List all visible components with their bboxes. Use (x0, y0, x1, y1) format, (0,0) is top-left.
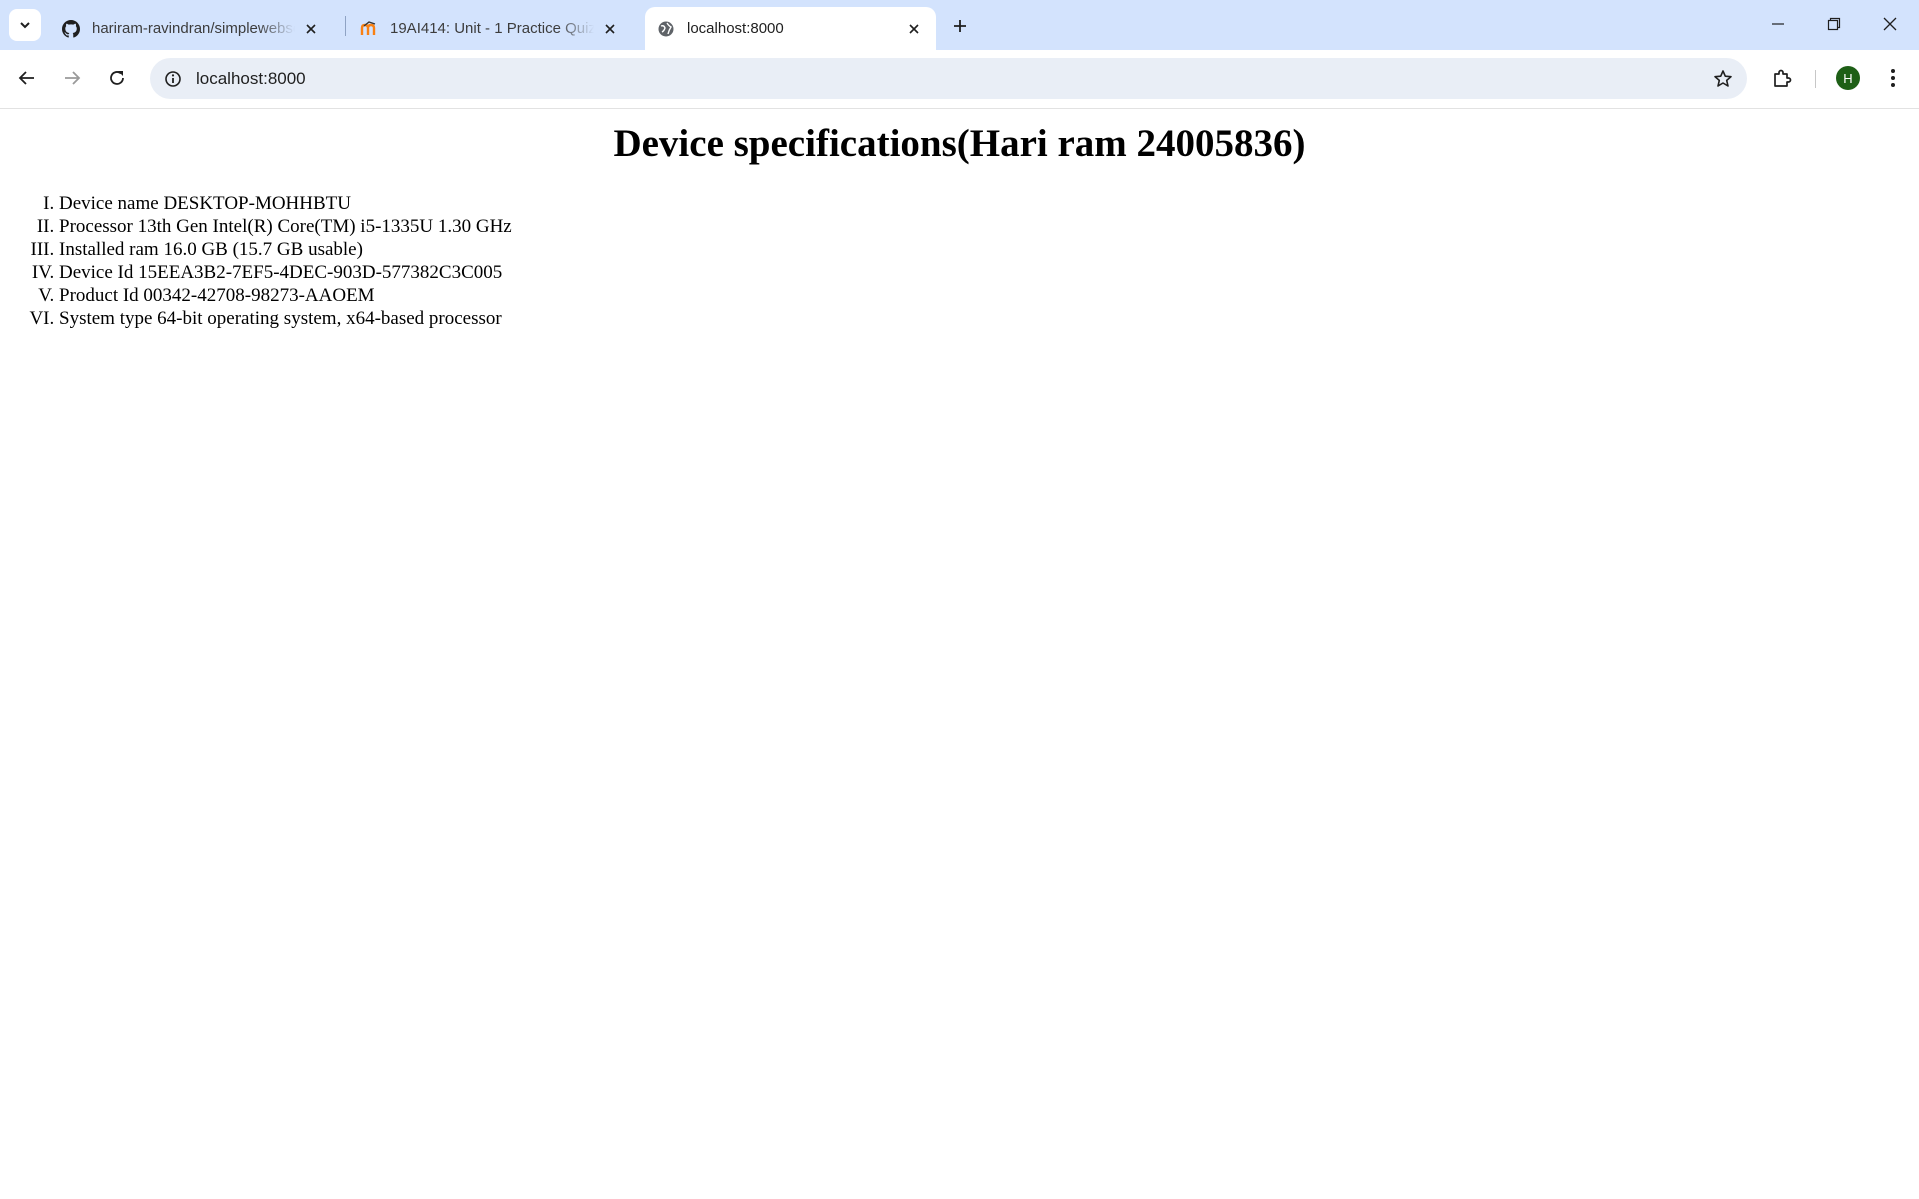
list-item: Device Id 15EEA3B2-7EF5-4DEC-903D-577382… (59, 261, 512, 284)
new-tab-button[interactable] (945, 11, 975, 41)
close-icon[interactable] (301, 19, 321, 39)
close-icon (1883, 17, 1897, 31)
extensions-button[interactable] (1765, 61, 1799, 95)
chevron-down-icon (18, 18, 32, 32)
globe-icon (657, 20, 675, 38)
site-info-icon[interactable] (160, 66, 185, 91)
puzzle-piece-icon (1772, 68, 1792, 88)
arrow-left-icon (18, 69, 36, 87)
avatar: H (1836, 66, 1860, 90)
page-content: Device specifications(Hari ram 24005836)… (0, 109, 1919, 1199)
kebab-menu-icon (1890, 68, 1896, 88)
toolbar-divider (1815, 70, 1816, 88)
profile-button[interactable]: H (1831, 61, 1865, 95)
moodle-icon (360, 20, 378, 38)
close-window-button[interactable] (1862, 0, 1918, 48)
tab-title: 19AI414: Unit - 1 Practice Quiz (390, 20, 594, 37)
list-item: System type 64-bit operating system, x64… (59, 307, 512, 330)
tab-moodle-quiz[interactable]: 19AI414: Unit - 1 Practice Quiz (348, 7, 632, 50)
arrow-right-icon (63, 69, 81, 87)
list-item: Processor 13th Gen Intel(R) Core(TM) i5-… (59, 215, 512, 238)
tab-title: hariram-ravindran/simplewebserver (92, 20, 295, 37)
tab-github[interactable]: hariram-ravindran/simplewebserver (50, 7, 333, 50)
plus-icon (952, 18, 968, 34)
tab-separator (345, 16, 346, 36)
list-item: Installed ram 16.0 GB (15.7 GB usable) (59, 238, 512, 261)
browser-toolbar: localhost:8000 H (0, 50, 1919, 109)
restore-icon (1827, 17, 1841, 31)
restore-button[interactable] (1806, 0, 1862, 48)
spec-list: Device name DESKTOP-MOHHBTU Processor 13… (0, 192, 512, 330)
close-icon[interactable] (600, 19, 620, 39)
menu-button[interactable] (1876, 61, 1910, 95)
close-icon[interactable] (904, 19, 924, 39)
list-item: Device name DESKTOP-MOHHBTU (59, 192, 512, 215)
address-bar[interactable]: localhost:8000 (150, 58, 1747, 99)
tab-title: localhost:8000 (687, 20, 784, 37)
url-text[interactable]: localhost:8000 (196, 58, 306, 99)
forward-button[interactable] (55, 61, 89, 95)
reload-button[interactable] (100, 61, 134, 95)
reload-icon (108, 69, 126, 87)
page-title: Device specifications(Hari ram 24005836) (613, 122, 1306, 165)
tab-localhost[interactable]: localhost:8000 (645, 7, 936, 50)
minimize-button[interactable] (1750, 0, 1806, 48)
minimize-icon (1771, 17, 1785, 31)
tab-strip: hariram-ravindran/simplewebserver 19AI41… (0, 0, 1919, 50)
github-icon (62, 19, 80, 38)
back-button[interactable] (10, 61, 44, 95)
bookmark-star-icon[interactable] (1710, 66, 1735, 91)
tab-search-button[interactable] (9, 9, 41, 41)
list-item: Product Id 00342-42708-98273-AAOEM (59, 284, 512, 307)
